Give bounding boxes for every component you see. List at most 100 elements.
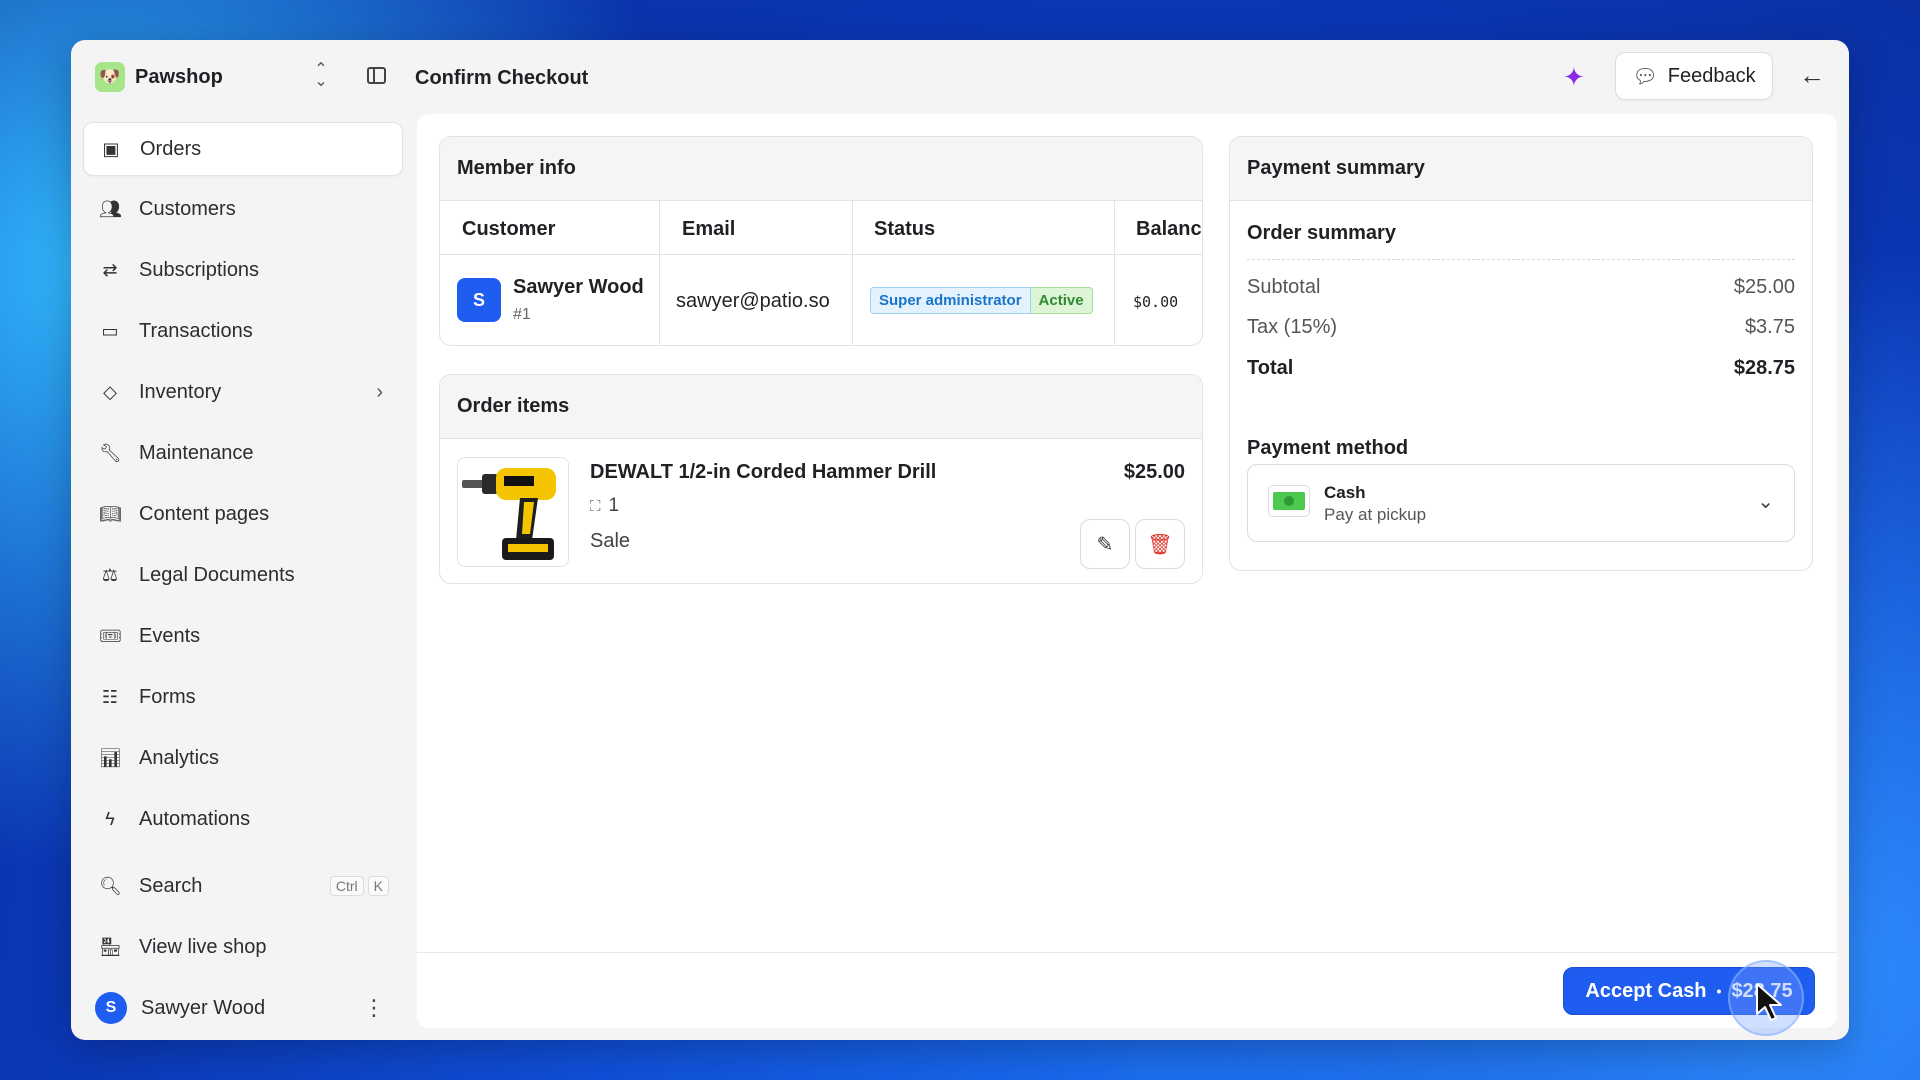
- sidebar-item-legal-documents[interactable]: ⚖ Legal Documents: [83, 548, 403, 602]
- user-name: Sawyer Wood: [141, 996, 266, 1019]
- sidebar-item-inventory[interactable]: ◇ Inventory ›: [83, 365, 403, 419]
- tax-label: Tax (15%): [1247, 316, 1338, 338]
- users-icon: 👥︎: [99, 198, 122, 219]
- edit-item-button[interactable]: ✎: [1080, 519, 1130, 569]
- role-badge: Super administrator: [870, 287, 1031, 314]
- search-icon: 🔍︎: [99, 875, 122, 896]
- wrench-icon: 🔧︎: [99, 442, 122, 463]
- sidebar-item-label: Automations: [139, 807, 251, 830]
- sidebar-item-maintenance[interactable]: 🔧︎ Maintenance: [83, 426, 403, 480]
- sidebar-item-customers[interactable]: 👥︎ Customers: [83, 182, 403, 236]
- sidebar-item-subscriptions[interactable]: ⇄ Subscriptions: [83, 243, 403, 297]
- form-icon: ☷: [101, 686, 119, 707]
- sidebar-item-label: Orders: [140, 137, 202, 160]
- sidebar-user-menu[interactable]: S Sawyer Wood ⋮: [83, 981, 403, 1035]
- accept-label: Accept Cash: [1585, 979, 1707, 1002]
- pencil-icon: ✎: [1096, 533, 1114, 556]
- brand-name[interactable]: Pawshop: [135, 66, 223, 89]
- column-header-customer[interactable]: Customer: [462, 218, 555, 241]
- sidebar-item-label: Subscriptions: [139, 258, 260, 281]
- subtotal-label: Subtotal: [1247, 276, 1321, 298]
- status-badges: Super administrator Active: [870, 287, 1093, 314]
- table-row[interactable]: S Sawyer Wood #1 sawyer@patio.so Super a…: [440, 255, 1202, 345]
- tax-value: $3.75: [1744, 316, 1795, 338]
- feedback-label: Feedback: [1667, 64, 1756, 87]
- customer-name[interactable]: Sawyer Wood: [513, 276, 644, 299]
- column-header-status[interactable]: Status: [874, 218, 935, 241]
- avatar: S: [95, 992, 127, 1024]
- chevron-down-icon: ⌄: [1757, 491, 1774, 513]
- subtotal-value: $25.00: [1733, 276, 1795, 298]
- quantity-icon: ⛶: [590, 497, 601, 515]
- bar-chart-icon: 📊︎: [99, 747, 122, 768]
- member-table: Customer Email Status Balance S Sawyer W…: [440, 201, 1202, 345]
- sidebar-item-forms[interactable]: ☷ Forms: [83, 670, 403, 724]
- chevron-right-icon: ›: [376, 380, 383, 403]
- sidebar-item-automations[interactable]: ϟ Automations: [83, 792, 403, 846]
- order-summary-title: Order summary: [1247, 222, 1396, 244]
- book-icon: 📖︎: [99, 503, 122, 524]
- column-header-balance[interactable]: Balance: [1136, 218, 1202, 241]
- workspace-switcher-icon[interactable]: ⌃ ⌄: [313, 62, 329, 90]
- footer-divider: [417, 952, 1837, 953]
- sidebar-item-label: Content pages: [139, 502, 270, 525]
- lightning-icon: ϟ: [105, 808, 115, 829]
- total-value: $28.75: [1733, 357, 1795, 379]
- column-header-email[interactable]: Email: [682, 218, 735, 241]
- kbd-k: K: [367, 876, 389, 896]
- search-label: Search: [139, 874, 203, 897]
- customer-id: #1: [513, 306, 531, 323]
- payment-method-name: Cash: [1324, 483, 1366, 502]
- sidebar-item-content-pages[interactable]: 📖︎ Content pages: [83, 487, 403, 541]
- repeat-icon: ⇄: [102, 259, 118, 280]
- product-name[interactable]: DEWALT 1/2-in Corded Hammer Drill: [590, 461, 936, 484]
- sidebar-item-orders[interactable]: ▣ Orders: [83, 122, 403, 176]
- top-bar: 🐶 Pawshop ⌃ ⌄ Confirm Checkout ✦ 💬︎ Feedb…: [71, 40, 1849, 112]
- summary-divider: [1247, 259, 1795, 260]
- mouse-cursor-icon: [1756, 983, 1782, 1021]
- delete-item-button[interactable]: 🗑︎: [1135, 519, 1185, 569]
- feedback-button[interactable]: 💬︎ Feedback: [1615, 52, 1773, 100]
- scale-icon: ⚖: [101, 564, 119, 585]
- tag-icon: ◇: [103, 381, 117, 402]
- ai-sparkle-icon[interactable]: ✦: [1563, 62, 1585, 93]
- sidebar-item-transactions[interactable]: ▭ Transactions: [83, 304, 403, 358]
- payment-summary-card: Payment summary Order summary Subtotal $…: [1229, 136, 1813, 571]
- main-content: Member info Customer Email Status Balanc…: [417, 114, 1837, 1036]
- sidebar-view-live-shop[interactable]: 🏪︎ View live shop: [83, 920, 403, 974]
- sidebar-item-analytics[interactable]: 📊︎ Analytics: [83, 731, 403, 785]
- product-image[interactable]: [457, 457, 569, 567]
- payment-summary-title: Payment summary: [1230, 137, 1812, 201]
- subtotal-row: Subtotal $25.00: [1247, 276, 1795, 299]
- trash-icon: 🗑︎: [1147, 533, 1173, 556]
- order-items-card: Order items DEWALT 1/2-in Corded Hammer …: [439, 374, 1203, 584]
- list-item: DEWALT 1/2-in Corded Hammer Drill ⛶ 1 Sa…: [440, 439, 1202, 583]
- sidebar-item-label: Legal Documents: [139, 563, 295, 586]
- customer-balance: $0.00: [1133, 293, 1179, 311]
- live-shop-label: View live shop: [139, 935, 267, 958]
- search-shortcut: Ctrl K: [329, 876, 389, 896]
- tax-row: Tax (15%) $3.75: [1247, 316, 1795, 339]
- total-row: Total $28.75: [1247, 357, 1795, 380]
- sidebar-item-events[interactable]: 🎟︎ Events: [83, 609, 403, 663]
- sidebar-toggle-icon[interactable]: [367, 67, 386, 84]
- payment-method-select[interactable]: Cash Pay at pickup ⌄: [1247, 464, 1795, 542]
- pawshop-logo-icon[interactable]: 🐶: [95, 62, 125, 92]
- sidebar-item-label: Customers: [139, 197, 236, 220]
- back-arrow-icon[interactable]: ←: [1799, 60, 1825, 91]
- kbd-ctrl: Ctrl: [329, 876, 364, 896]
- inbox-icon: ▣: [102, 138, 120, 159]
- quantity-value: 1: [608, 495, 620, 516]
- member-info-card: Member info Customer Email Status Balanc…: [439, 136, 1203, 346]
- product-price: $25.00: [1123, 461, 1185, 483]
- ticket-icon: 🎟︎: [99, 625, 122, 646]
- app-window: 🐶 Pawshop ⌃ ⌄ Confirm Checkout ✦ 💬︎ Feedb…: [71, 40, 1849, 1040]
- sidebar-item-label: Forms: [139, 685, 196, 708]
- kebab-menu-icon[interactable]: ⋮: [363, 995, 385, 1021]
- payment-method-title: Payment method: [1247, 437, 1409, 459]
- store-icon: 🏪︎: [99, 936, 122, 957]
- avatar: S: [457, 278, 501, 322]
- sidebar-search[interactable]: 🔍︎ Search Ctrl K: [83, 859, 403, 913]
- table-header-row: Customer Email Status Balance: [440, 201, 1202, 255]
- sidebar-item-label: Analytics: [139, 746, 220, 769]
